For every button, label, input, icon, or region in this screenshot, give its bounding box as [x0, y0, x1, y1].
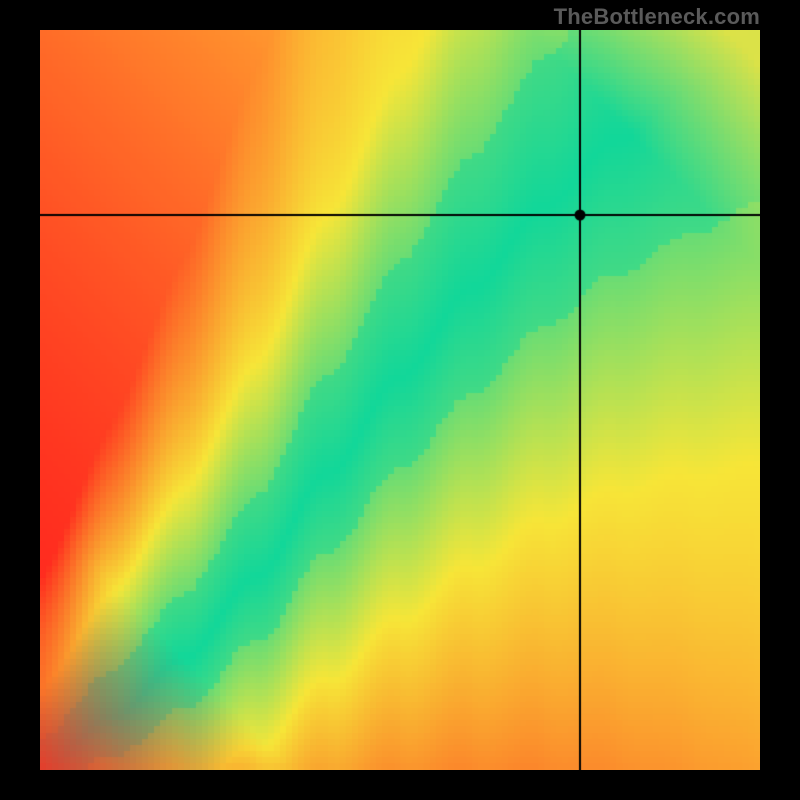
watermark-text: TheBottleneck.com [554, 4, 760, 30]
bottleneck-heatmap [40, 30, 760, 770]
chart-frame: TheBottleneck.com [0, 0, 800, 800]
